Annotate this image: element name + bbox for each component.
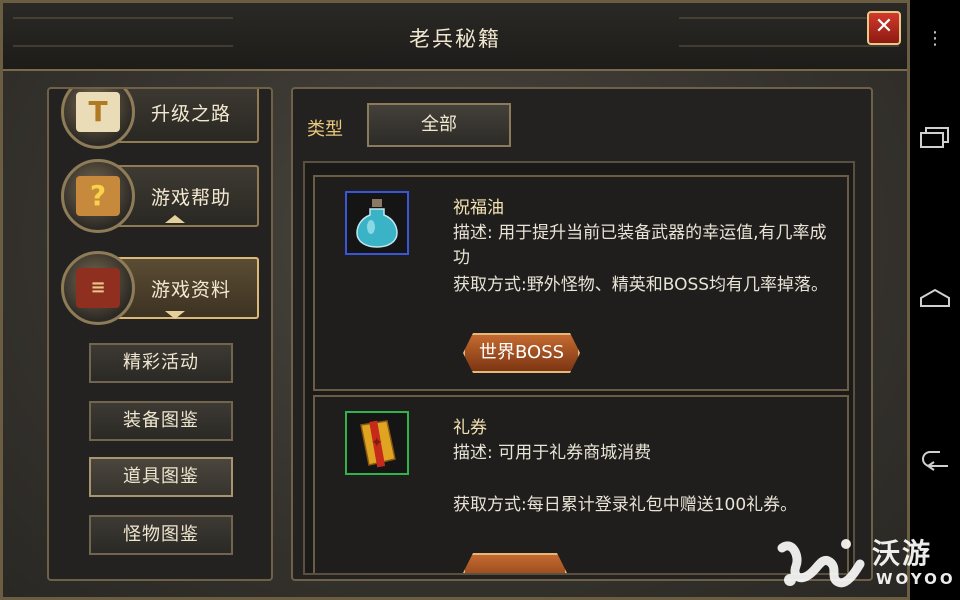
item-card: ✦ 礼券 描述: 可用于礼券商城消费 获取方式:每日累计登录礼包中赠送100礼券… [313,395,849,575]
item-name: 礼券 [453,418,487,438]
chevron-up-icon [165,215,185,223]
woyoo-watermark: 沃游 WOYOO [776,530,956,598]
type-filter-label: 类型 [307,119,343,140]
item-obtain-method: 获取方式:野外怪物、精英和BOSS均有几率掉落。 [453,275,829,295]
content-panel: 类型 全部 祝福油 描述: 用于提升当前已装备武器的幸运值,有几率成功 获取方式… [291,87,873,581]
subcategory-item-atlas[interactable]: 道具图鉴 [89,457,233,497]
potion-bottle-icon [345,191,409,255]
back-icon[interactable] [910,448,960,476]
category-game-data[interactable]: ≡ 游戏资料 [61,249,261,329]
world-boss-button[interactable]: 世界BOSS [463,333,580,373]
item-name: 祝福油 [453,198,504,218]
category-upgrade-path[interactable]: T 升级之路 [61,89,261,153]
category-disc: ? [61,159,135,233]
system-nav-bar: ⋮ [910,0,960,600]
category-label: 游戏帮助 [151,187,232,209]
close-icon: ✕ [874,14,894,39]
item-description: 描述: 用于提升当前已装备武器的幸运值,有几率成功 [453,223,827,268]
svg-text:✦: ✦ [371,435,383,451]
red-book-icon: ≡ [76,268,120,308]
close-button[interactable]: ✕ [867,11,901,45]
category-game-help[interactable]: ? 游戏帮助 [61,157,261,237]
item-list[interactable]: 祝福油 描述: 用于提升当前已装备武器的幸运值,有几率成功 获取方式:野外怪物、… [303,161,855,575]
recent-apps-icon[interactable] [910,126,960,154]
item-description: 描述: 可用于礼券商城消费 [453,443,652,463]
category-label: 升级之路 [151,103,232,125]
watermark-text-cn: 沃游 [872,537,933,570]
gift-voucher-icon: ✦ [345,411,409,475]
subcategory-monster-atlas[interactable]: 怪物图鉴 [89,515,233,555]
category-disc: ≡ [61,251,135,325]
item-card: 祝福油 描述: 用于提升当前已装备武器的幸运值,有几率成功 获取方式:野外怪物、… [313,175,849,391]
watermark-text-en: WOYOO [876,570,956,588]
menu-dots-icon[interactable]: ⋮ [910,28,960,49]
category-panel: T 升级之路 ? 游戏帮助 ≡ 游戏资料 精彩活动 装备图鉴 道具图鉴 怪物图鉴 [47,87,273,581]
goto-button[interactable] [463,553,567,575]
chevron-down-icon [165,311,185,319]
item-obtain-method: 获取方式:每日累计登录礼包中赠送100礼券。 [453,495,798,515]
scroll-book-icon: T [76,92,120,132]
home-icon[interactable] [910,288,960,312]
subcategory-equipment-atlas[interactable]: 装备图鉴 [89,401,233,441]
title-bar: 老兵秘籍 ✕ [3,3,907,71]
question-book-icon: ? [76,176,120,216]
category-label: 游戏资料 [151,279,232,301]
game-window: 老兵秘籍 ✕ T 升级之路 ? 游戏帮助 ≡ 游戏资料 精彩活动 装备图鉴 道具… [0,0,910,600]
subcategory-events[interactable]: 精彩活动 [89,343,233,383]
woyoo-logo-icon [777,539,865,588]
window-title: 老兵秘籍 [409,27,501,51]
type-filter-dropdown[interactable]: 全部 [367,103,511,147]
